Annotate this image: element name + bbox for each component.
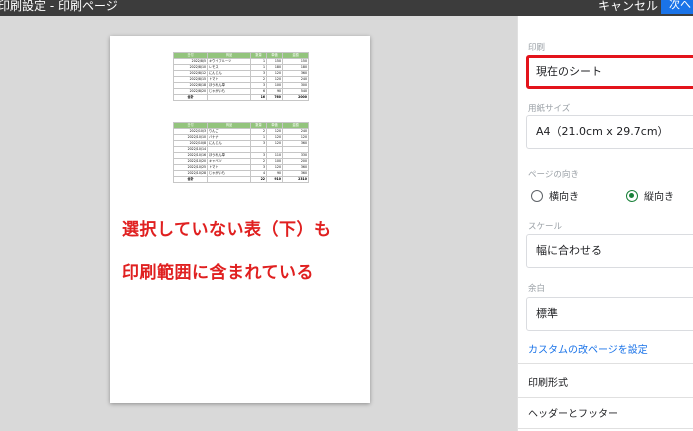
custom-page-break-link[interactable]: カスタムの改ページを設定 [528, 341, 648, 356]
preview-table-1: 日付 商品 数量 単価 金額 2022/8/5 キウイフルーツ 1 150 150 2022/8/… [173, 52, 309, 101]
preview-table-2: 日付 商品 数量 単価 金額 2022/10/3 りんご 2 120 240 2022/10/10… [173, 122, 309, 183]
print-range-label: 印刷 [528, 43, 546, 53]
table-total-row: 合計 16 760 2000 [173, 94, 309, 101]
table-cell: 910 [266, 176, 283, 183]
table-cell [207, 94, 251, 101]
margin-select[interactable]: 標準 [526, 297, 693, 331]
header-footer-section[interactable]: ヘッダーとフッター [528, 405, 618, 420]
orientation-radio-group: 横向き 縦向き [528, 188, 693, 204]
table-cell: 2310 [282, 176, 309, 183]
margin-label: 余白 [528, 284, 546, 294]
cancel-button[interactable]: キャンセル [598, 0, 658, 14]
table-cell: 16 [250, 94, 267, 101]
print-format-section[interactable]: 印刷形式 [528, 374, 568, 389]
orientation-label: ページの向き [528, 170, 579, 180]
table-cell: 合計 [173, 176, 208, 183]
paper-size-label: 用紙サイズ [528, 104, 571, 114]
top-bar: 印刷設定 - 印刷ページ キャンセル 次へ [0, 0, 693, 16]
radio-unchecked-icon [531, 189, 543, 202]
print-range-select[interactable]: 現在のシート [526, 55, 693, 89]
table-cell: 760 [266, 94, 283, 101]
print-settings-panel: 印刷 現在のシート 用紙サイズ A4（21.0cm x 29.7cm） ページの… [517, 16, 693, 431]
window-title: 印刷設定 - 印刷ページ [0, 0, 118, 13]
next-button[interactable]: 次へ [661, 0, 693, 14]
scale-label: スケール [528, 222, 563, 232]
orientation-portrait-label: 縦向き [644, 192, 674, 203]
table-cell: 22 [250, 176, 267, 183]
table-cell: 2000 [282, 94, 309, 101]
print-preview-area: 日付 商品 数量 単価 金額 2022/8/5 キウイフルーツ 1 150 150 2022/8/… [0, 16, 517, 431]
orientation-landscape-label: 横向き [549, 192, 579, 203]
divider [518, 428, 693, 429]
annotation-line-2: 印刷範囲に含まれている [122, 263, 314, 283]
paper-size-select[interactable]: A4（21.0cm x 29.7cm） [526, 115, 693, 149]
orientation-portrait-option[interactable]: 縦向き [626, 188, 674, 203]
divider [518, 363, 693, 364]
scale-select[interactable]: 幅に合わせる [526, 234, 693, 268]
divider [518, 397, 693, 398]
radio-checked-icon [626, 189, 638, 202]
orientation-landscape-option[interactable]: 横向き [531, 188, 579, 203]
table-cell: 合計 [173, 94, 208, 101]
table-cell [207, 176, 251, 183]
table-total-row: 合計 22 910 2310 [173, 176, 309, 183]
annotation-line-1: 選択していない表（下）も [122, 220, 332, 240]
